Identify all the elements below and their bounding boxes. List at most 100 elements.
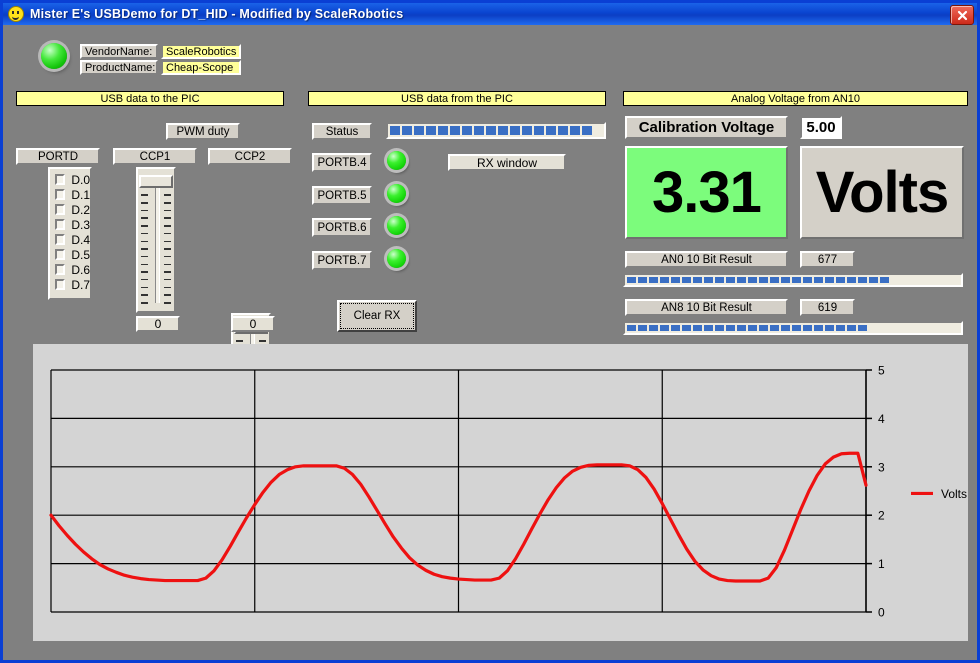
calibration-voltage-input[interactable]: 5.00	[800, 116, 842, 139]
checkbox-d5[interactable]	[55, 249, 65, 260]
progress-segment	[770, 277, 779, 283]
progress-segment	[748, 277, 757, 283]
progress-segment	[627, 277, 636, 283]
progress-segment	[638, 277, 647, 283]
progress-segment	[693, 277, 702, 283]
progress-segment	[836, 277, 845, 283]
checkbox-d2[interactable]	[55, 204, 65, 215]
usb-from-pic-banner: USB data from the PIC	[308, 91, 606, 106]
checkbox-label: D.6	[71, 263, 90, 277]
list-item[interactable]: D.0	[55, 172, 90, 187]
progress-segment	[737, 325, 746, 331]
product-name-label: ProductName:	[80, 60, 158, 75]
legend-label: Volts	[941, 487, 967, 501]
portd-checkbox-group: D.0 D.1 D.2 D.3 D.4 D.5 D.6 D.7	[48, 167, 92, 300]
checkbox-d0[interactable]	[55, 174, 65, 185]
progress-segment	[534, 126, 544, 135]
ccp1-label: CCP1	[113, 148, 197, 165]
progress-segment	[627, 325, 636, 331]
rx-window-title: RX window	[448, 154, 566, 171]
progress-segment	[704, 277, 713, 283]
progress-segment	[510, 126, 520, 135]
ccp1-slider[interactable]	[136, 167, 176, 313]
list-item[interactable]: D.4	[55, 232, 90, 247]
progress-segment	[438, 126, 448, 135]
progress-segment	[414, 126, 424, 135]
title-bar: Mister E's USBDemo for DT_HID - Modified…	[3, 3, 977, 25]
progress-segment	[474, 126, 484, 135]
checkbox-d1[interactable]	[55, 189, 65, 200]
progress-segment	[792, 277, 801, 283]
progress-segment	[792, 325, 801, 331]
progress-segment	[426, 126, 436, 135]
progress-segment	[522, 126, 532, 135]
progress-segment	[748, 325, 757, 331]
checkbox-label: D.2	[71, 203, 90, 217]
list-item[interactable]: D.1	[55, 187, 90, 202]
pwm-duty-label: PWM duty	[166, 123, 240, 140]
checkbox-d6[interactable]	[55, 264, 65, 275]
y-axis-label: 0	[878, 606, 885, 620]
usb-to-pic-banner: USB data to the PIC	[16, 91, 284, 106]
portb5-label: PORTB.5	[312, 186, 372, 205]
checkbox-d4[interactable]	[55, 234, 65, 245]
an0-result-value: 677	[800, 251, 855, 268]
portb7-label: PORTB.7	[312, 251, 372, 270]
voltage-chart: 012345Volts	[33, 344, 968, 641]
progress-segment	[715, 325, 724, 331]
vendor-name-value: ScaleRobotics	[161, 44, 241, 59]
progress-segment	[462, 126, 472, 135]
slider-ticks-left	[141, 179, 148, 305]
progress-segment	[803, 325, 812, 331]
portb6-label: PORTB.6	[312, 218, 372, 237]
an0-progress-bar	[623, 273, 963, 287]
list-item[interactable]: D.2	[55, 202, 90, 217]
portd-label: PORTD	[16, 148, 100, 165]
list-item[interactable]: D.7	[55, 277, 90, 292]
progress-segment	[682, 277, 691, 283]
list-item[interactable]: D.6	[55, 262, 90, 277]
close-icon	[957, 10, 968, 21]
product-name-value: Cheap-Scope	[161, 60, 241, 75]
portb5-led	[387, 184, 406, 203]
progress-segment	[726, 325, 735, 331]
ccp1-slider-thumb[interactable]	[139, 175, 173, 188]
progress-segment	[570, 126, 580, 135]
progress-segment	[671, 277, 680, 283]
portb7-led	[387, 249, 406, 268]
list-item[interactable]: D.3	[55, 217, 90, 232]
progress-segment	[847, 325, 856, 331]
progress-segment	[450, 126, 460, 135]
clear-rx-button[interactable]: Clear RX	[337, 300, 417, 332]
checkbox-label: D.0	[71, 173, 90, 187]
progress-segment	[759, 325, 768, 331]
progress-segment	[814, 325, 823, 331]
list-item[interactable]: D.5	[55, 247, 90, 262]
progress-segment	[660, 325, 669, 331]
progress-segment	[704, 325, 713, 331]
progress-segment	[660, 277, 669, 283]
y-axis-label: 4	[878, 412, 885, 426]
close-button[interactable]	[950, 5, 974, 25]
progress-segment	[880, 277, 889, 283]
slider-rail	[155, 181, 160, 303]
window-title: Mister E's USBDemo for DT_HID - Modified…	[30, 7, 403, 21]
portb6-led	[387, 216, 406, 235]
portb4-label: PORTB.4	[312, 153, 372, 172]
progress-segment	[825, 325, 834, 331]
progress-segment	[498, 126, 508, 135]
an8-result-label: AN8 10 Bit Result	[625, 299, 788, 316]
progress-segment	[825, 277, 834, 283]
vendor-name-label: VendorName:	[80, 44, 158, 59]
progress-segment	[582, 126, 592, 135]
checkbox-d7[interactable]	[55, 279, 65, 290]
checkbox-label: D.7	[71, 278, 90, 292]
application-window: Mister E's USBDemo for DT_HID - Modified…	[0, 0, 980, 663]
checkbox-label: D.1	[71, 188, 90, 202]
checkbox-d3[interactable]	[55, 219, 65, 230]
progress-segment	[814, 277, 823, 283]
ccp1-value: 0	[136, 316, 180, 332]
progress-segment	[715, 277, 724, 283]
progress-segment	[649, 277, 658, 283]
portb4-led	[387, 151, 406, 170]
